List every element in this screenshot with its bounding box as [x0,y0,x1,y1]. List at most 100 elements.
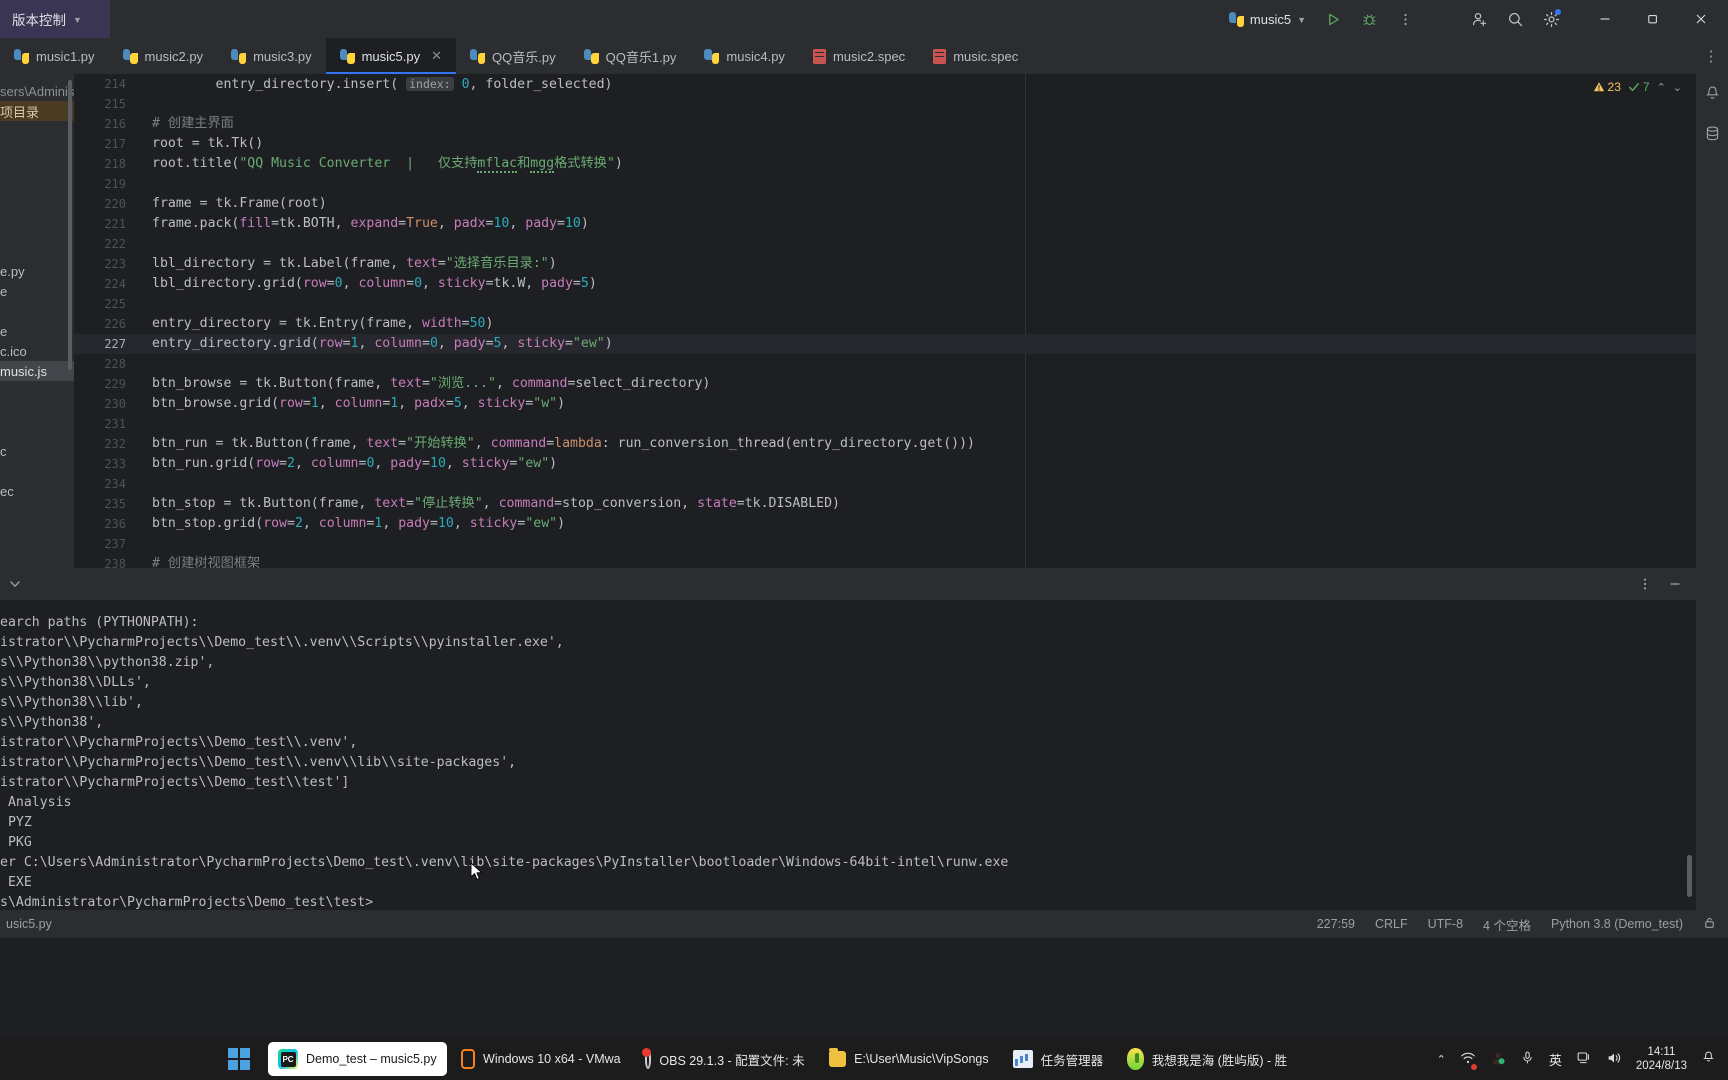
editor-tab-music3.py[interactable]: music3.py [217,38,326,74]
editor-tab-music1.py[interactable]: music1.py [0,38,109,74]
code-line-text[interactable]: btn_run = tk.Button(frame, text="开始转换", … [152,434,975,454]
lock-icon[interactable] [1703,916,1716,932]
notification-bell-icon[interactable] [1701,1050,1716,1068]
project-tree-item[interactable] [0,381,74,401]
project-tree-item[interactable]: c [0,441,74,461]
code-line-text[interactable]: entry_directory.grid(row=1, column=0, pa… [152,334,613,354]
display-icon[interactable] [1576,1050,1592,1069]
ime-indicator[interactable]: 英 [1549,1050,1562,1069]
editor-tab-music.spec[interactable]: music.spec [919,38,1032,74]
project-tree-item[interactable] [0,401,74,421]
project-tree-item[interactable]: ec [0,481,74,501]
status-file-label[interactable]: usic5.py [0,917,52,931]
project-tree-item[interactable]: e.py [0,261,74,281]
project-tree-item[interactable] [0,461,74,481]
editor-tab-music4.py[interactable]: music4.py [690,38,799,74]
code-line-text[interactable]: frame.pack(fill=tk.BOTH, expand=True, pa… [152,214,589,234]
code-line[interactable]: 238 # 创建树视图框架 [74,554,1728,568]
code-line[interactable]: 216 # 创建主界面 [74,114,1728,134]
project-tree-item[interactable] [0,161,74,181]
code-line[interactable]: 237 [74,534,1728,554]
project-tree-item[interactable]: c.ico [0,341,74,361]
microphone-icon[interactable] [1520,1050,1535,1068]
code-line[interactable]: 233 btn_run.grid(row=2, column=0, pady=10… [74,454,1728,474]
taskbar-item[interactable]: E:\User\Music\VipSongs [819,1042,999,1076]
editor-tab-music2.py[interactable]: music2.py [109,38,218,74]
minimize-button[interactable] [1582,0,1628,38]
close-tab-icon[interactable]: ✕ [431,48,442,64]
debug-button[interactable] [1352,4,1386,34]
code-line[interactable]: 219 [74,174,1728,194]
network-icon[interactable] [1460,1050,1477,1070]
code-line-text[interactable]: entry_directory.insert( index: 0, folder… [152,74,612,95]
code-line[interactable]: 223 lbl_directory = tk.Label(frame, text=… [74,254,1728,274]
project-tree-item[interactable] [0,241,74,261]
code-lines[interactable]: 214 entry_directory.insert( index: 0, fo… [74,74,1728,568]
code-line-text[interactable]: btn_stop.grid(row=2, column=1, pady=10, … [152,514,565,534]
next-problem-button[interactable]: ⌄ [1673,81,1682,94]
code-line[interactable]: 222 [74,234,1728,254]
maximize-button[interactable] [1630,0,1676,38]
security-icon[interactable] [1490,1050,1506,1069]
chevron-up-icon[interactable]: ⌃ [1437,1053,1446,1066]
code-line-text[interactable]: btn_browse.grid(row=1, column=1, padx=5,… [152,394,565,414]
run-configuration-selector[interactable]: music5 ▼ [1221,9,1314,30]
code-line-text[interactable]: btn_stop = tk.Button(frame, text="停止转换",… [152,494,840,514]
code-line[interactable]: 215 [74,94,1728,114]
code-line[interactable]: 231 [74,414,1728,434]
code-line[interactable]: 236 btn_stop.grid(row=2, column=1, pady=1… [74,514,1728,534]
code-line-text[interactable]: lbl_directory.grid(row=0, column=0, stic… [152,274,597,294]
project-tree-item[interactable] [0,201,74,221]
project-tree-item[interactable] [0,221,74,241]
taskbar-item[interactable]: OBS 29.1.3 - 配置文件: 未 [635,1042,815,1076]
project-tree-panel[interactable]: ec c music.js c.ico e e e.py 项目录 sers\Administra… [0,74,74,568]
collapse-console-button[interactable] [0,577,30,591]
previous-problem-button[interactable]: ⌃ [1657,81,1666,94]
caret-position[interactable]: 227:59 [1317,917,1355,931]
version-control-button[interactable]: 版本控制 ▼ [0,0,110,38]
code-line[interactable]: 226 entry_directory = tk.Entry(frame, wid… [74,314,1728,334]
add-user-button[interactable] [1462,4,1496,34]
code-line-text[interactable]: # 创建树视图框架 [152,554,260,568]
project-tree-item[interactable]: e [0,281,74,301]
code-line[interactable]: 214 entry_directory.insert( index: 0, fo… [74,74,1728,94]
close-button[interactable] [1678,0,1724,38]
project-tree-item[interactable] [0,121,74,141]
inspection-widget[interactable]: 23 7 ⌃ ⌄ [1593,80,1682,94]
notifications-button[interactable] [1699,80,1725,106]
console-scrollbar[interactable] [1687,855,1692,897]
search-button[interactable] [1498,4,1532,34]
hide-console-button[interactable] [1662,571,1688,597]
tab-list-options-button[interactable]: ⋮ [1694,38,1728,74]
code-line[interactable]: 224 lbl_directory.grid(row=0, column=0, s… [74,274,1728,294]
indent-setting[interactable]: 4 个空格 [1483,915,1531,934]
taskbar-item[interactable]: 任务管理器 [1003,1042,1114,1076]
settings-button[interactable] [1534,4,1568,34]
weak-warning-count[interactable]: 7 [1628,80,1650,94]
code-line-text[interactable]: frame = tk.Frame(root) [152,194,327,214]
volume-icon[interactable] [1606,1050,1622,1069]
editor-tab-QQ音乐1.py[interactable]: QQ音乐1.py [570,38,691,74]
run-console-output[interactable]: s\Administrator\PycharmProjects\Demo_tes… [0,600,1696,910]
code-line[interactable]: 221 frame.pack(fill=tk.BOTH, expand=True,… [74,214,1728,234]
code-line-text[interactable]: root = tk.Tk() [152,134,263,154]
more-options-button[interactable] [1388,4,1422,34]
project-tree-item[interactable] [0,141,74,161]
line-separator[interactable]: CRLF [1375,917,1408,931]
code-line-text[interactable]: root.title("QQ Music Converter | 仅支持mfla… [152,154,623,174]
database-button[interactable] [1699,120,1725,146]
editor-tab-QQ音乐.py[interactable]: QQ音乐.py [456,38,570,74]
code-line[interactable]: 235 btn_stop = tk.Button(frame, text="停止转… [74,494,1728,514]
project-tree-item[interactable]: sers\Administrat [0,81,74,101]
code-line[interactable]: 227 entry_directory.grid(row=1, column=0,… [74,334,1728,354]
code-editor[interactable]: 214 entry_directory.insert( index: 0, fo… [74,74,1728,568]
code-line[interactable]: 228 [74,354,1728,374]
python-interpreter[interactable]: Python 3.8 (Demo_test) [1551,917,1683,931]
code-line[interactable]: 225 [74,294,1728,314]
clock[interactable]: 14:11 2024/8/13 [1636,1045,1687,1074]
code-line-text[interactable]: # 创建主界面 [152,114,234,134]
code-line-text[interactable]: lbl_directory = tk.Label(frame, text="选择… [152,254,557,274]
warning-count[interactable]: 23 [1593,80,1621,94]
taskbar-item[interactable]: Windows 10 x64 - VMwa [451,1042,631,1076]
code-line-text[interactable]: entry_directory = tk.Entry(frame, width=… [152,314,493,334]
